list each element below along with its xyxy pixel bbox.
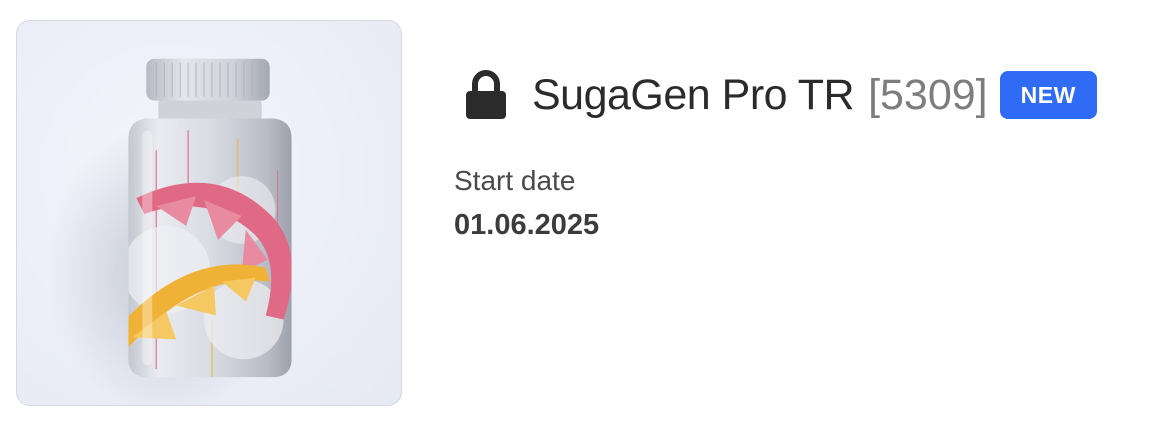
lock-icon <box>466 70 506 119</box>
supplement-bottle-illustration <box>46 58 292 405</box>
product-name: SugaGen Pro TR <box>532 70 855 119</box>
product-image[interactable] <box>16 20 402 406</box>
start-date-value: 01.06.2025 <box>454 209 600 241</box>
start-date-label: Start date <box>454 165 576 196</box>
product-id: [5309] <box>868 70 988 119</box>
product-info: SugaGen Pro TR [5309] NEW Start date 01.… <box>454 62 1144 242</box>
new-badge: NEW <box>999 71 1097 119</box>
title-row: SugaGen Pro TR [5309] NEW <box>454 62 1144 128</box>
product-card: SugaGen Pro TR [5309] NEW Start date 01.… <box>0 0 1160 428</box>
